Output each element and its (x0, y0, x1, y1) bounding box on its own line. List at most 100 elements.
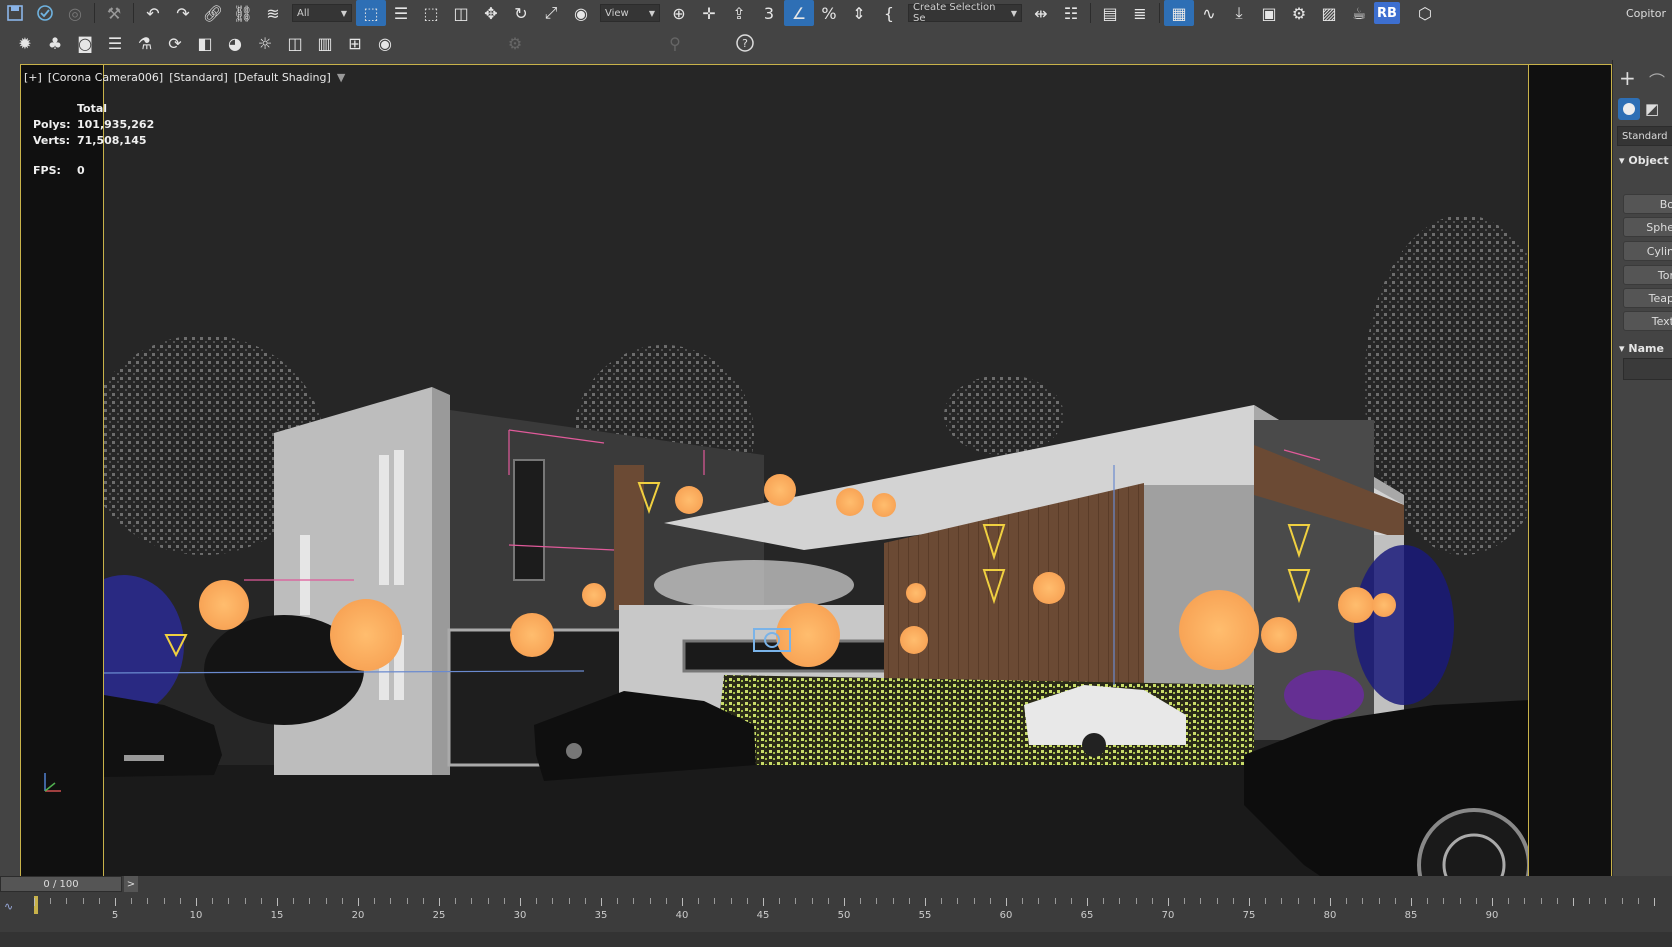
render-production-icon[interactable]: ☕︎ (1344, 0, 1374, 26)
list-icon[interactable]: ☰ (100, 30, 130, 56)
percent-snap-icon[interactable]: % (814, 0, 844, 26)
name-color-rollout[interactable]: ▾ Name (1619, 342, 1664, 355)
timeline-tick (1314, 898, 1315, 904)
box-button-label: Bo (1659, 197, 1672, 211)
layer-explorer-icon[interactable]: ≣ (1125, 0, 1155, 26)
modify-tab-icon[interactable]: ⌒ (1649, 68, 1665, 92)
filter-icon[interactable]: ▼ (337, 71, 345, 84)
time-slider[interactable]: 0 / 100 (0, 876, 122, 892)
timeline-tick-label: 70 (1161, 910, 1175, 921)
angle-snap-icon[interactable]: ∠ (784, 0, 814, 26)
timeline-tick-label: 85 (1404, 910, 1418, 921)
select-by-name-icon[interactable]: ☰ (386, 0, 416, 26)
next-frame-button[interactable]: > (124, 876, 138, 892)
select-object-icon[interactable]: ⬚ (356, 0, 386, 26)
viewport-camera-label[interactable]: [Corona Camera006] (48, 71, 163, 84)
material-editor-icon[interactable]: ▣ (1254, 0, 1284, 26)
window-crossing-icon[interactable]: ◫ (446, 0, 476, 26)
timeline-tick (1087, 898, 1088, 906)
edit-named-selection-icon[interactable]: { (874, 0, 904, 26)
selection-filter-dropdown[interactable]: All ▼ (292, 4, 352, 22)
timeline-tick (1638, 898, 1639, 904)
render-setup-icon[interactable]: ⚙ (1284, 0, 1314, 26)
rb-plugin-button[interactable]: RB (1374, 2, 1400, 24)
eye-icon[interactable]: ◉ (370, 30, 400, 56)
curve-toggle-icon[interactable]: ∿ (4, 900, 13, 913)
sync-icon[interactable]: ◎ (60, 0, 90, 26)
pivot-center-icon[interactable]: ⊕ (664, 0, 694, 26)
viewport-label[interactable]: [+] [Corona Camera006] [Standard] [Defau… (24, 71, 345, 84)
move-icon[interactable]: ✥ (476, 0, 506, 26)
track-bar[interactable]: 5 10 15 20 25 30 35 40 45 50 55 60 65 70 75 80 85 90 (34, 896, 1672, 922)
rendered-frame-window-icon[interactable]: ▨ (1314, 0, 1344, 26)
teapot-button[interactable]: Teap (1623, 288, 1672, 308)
rect-region-icon[interactable]: ⬚ (416, 0, 446, 26)
keyboard-shortcut-icon[interactable]: ⇪ (724, 0, 754, 26)
viewport-menu-plus[interactable]: [+] (24, 71, 42, 84)
place-icon[interactable]: ◉ (566, 0, 596, 26)
sun-icon[interactable]: ✹ (10, 30, 40, 56)
bind-spacewarp-icon[interactable]: ≋ (258, 0, 288, 26)
chevron-down-icon: ▼ (648, 8, 655, 18)
text-plus-button[interactable]: Text (1623, 311, 1672, 331)
box-icon[interactable]: ◧ (190, 30, 220, 56)
camera-icon[interactable]: ◙ (70, 30, 100, 56)
check-icon[interactable] (30, 0, 60, 26)
mirror-icon[interactable]: ⇹ (1026, 0, 1056, 26)
object-type-rollout[interactable]: ▾ Object (1619, 154, 1669, 167)
schematic-view-icon[interactable]: ⤓ (1224, 0, 1254, 26)
shapes-icon[interactable]: ◩ (1645, 100, 1659, 118)
hammer-icon[interactable]: ⚒ (99, 0, 129, 26)
timeline-tick (423, 898, 424, 904)
scale-icon[interactable]: ⤢ (536, 0, 566, 26)
create-tab-icon[interactable]: + (1619, 66, 1636, 90)
category-dropdown[interactable]: Standard (1617, 126, 1672, 146)
save-icon[interactable] (0, 0, 30, 26)
viewport-standard-label[interactable]: [Standard] (169, 71, 228, 84)
spinner-snap-icon[interactable]: ⇕ (844, 0, 874, 26)
named-selection-dropdown[interactable]: Create Selection Se ▼ (908, 2, 1022, 24)
disabled-gear-icon: ⚙ (507, 33, 523, 53)
torus-button-label: Tor (1657, 268, 1672, 282)
frame-icon[interactable]: ◫ (280, 30, 310, 56)
hexagon-plugin-icon[interactable]: ⬡ (1410, 0, 1440, 26)
viewport-statistics: Total Polys: 101,935,262 Verts: 71,508,145… (33, 100, 154, 178)
material-ball-icon[interactable]: ◕ (220, 30, 250, 56)
link-icon[interactable]: 🔗︎ (198, 0, 228, 26)
geometry-icon[interactable] (1618, 98, 1640, 120)
axis-constraint-icon[interactable]: ✛ (694, 0, 724, 26)
redo-icon[interactable]: ↷ (168, 0, 198, 26)
snap-toggle-icon[interactable]: 3 (754, 0, 784, 26)
sphere-button[interactable]: Sphe (1623, 217, 1672, 237)
film-icon[interactable]: ▥ (310, 30, 340, 56)
copitor-label[interactable]: Copitor (1626, 7, 1672, 20)
reference-coord-dropdown[interactable]: View ▼ (600, 4, 660, 22)
light-bulb-icon[interactable]: ☼ (250, 30, 280, 56)
help-icon[interactable]: ? (730, 30, 760, 56)
flask-icon[interactable]: ⚗ (130, 30, 160, 56)
ribbon-toggle-icon[interactable]: ▦ (1164, 0, 1194, 26)
scene-explorer-icon[interactable]: ▤ (1095, 0, 1125, 26)
rotate-icon[interactable]: ↻ (506, 0, 536, 26)
cylinder-button[interactable]: Cylin (1623, 241, 1672, 261)
cycle-icon[interactable]: ⟳ (160, 30, 190, 56)
undo-icon[interactable]: ↶ (138, 0, 168, 26)
timeline-tick (763, 898, 764, 906)
camera-viewport[interactable]: [+] [Corona Camera006] [Standard] [Defau… (20, 64, 1612, 934)
viewport-shading-label[interactable]: [Default Shading] (234, 71, 331, 84)
polys-value: 101,935,262 (77, 117, 155, 131)
tree-icon[interactable]: ♣ (40, 30, 70, 56)
timeline-tick (1605, 898, 1606, 904)
curve-editor-icon[interactable]: ∿ (1194, 0, 1224, 26)
timeline-tick (34, 898, 35, 906)
torus-button[interactable]: Tor (1623, 265, 1672, 285)
unlink-icon[interactable]: ⛓ (228, 0, 258, 26)
sphere-button-label: Sphe (1646, 220, 1672, 234)
text-plus-button-label: Text (1651, 314, 1672, 328)
align-icon[interactable]: ☷ (1056, 0, 1086, 26)
box-button[interactable]: Bo (1623, 194, 1672, 214)
name-field[interactable] (1623, 358, 1672, 380)
named-selection-value: Create Selection Se (913, 2, 996, 24)
timeline-tick-label: 45 (756, 910, 770, 921)
grid-icon[interactable]: ⊞ (340, 30, 370, 56)
